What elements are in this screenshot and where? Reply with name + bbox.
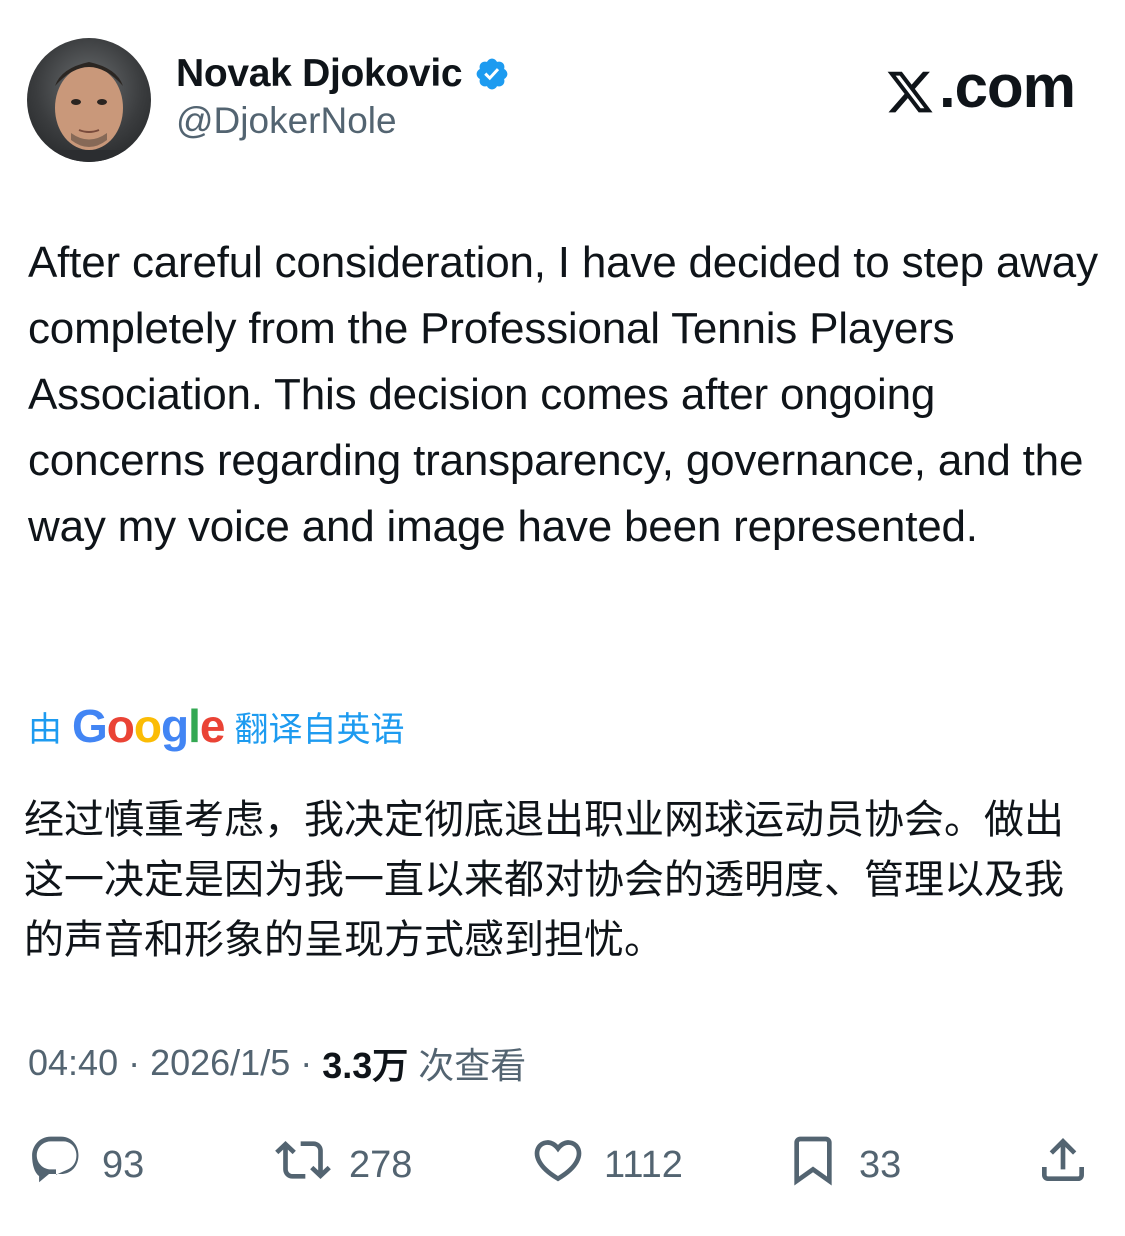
tweet-text: After careful consideration, I have deci…	[28, 238, 1098, 551]
brand-watermark: .com	[885, 52, 1076, 121]
action-bar: 93 278 1112 33	[0, 1135, 1125, 1195]
share-button[interactable]	[1035, 1135, 1091, 1195]
tweet-time[interactable]: 04:40	[28, 1042, 118, 1084]
translated-text: 经过慎重考虑，我决定彻底退出职业网球运动员协会。做出这一决定是因为我一直以来都对…	[24, 797, 1064, 963]
bookmark-icon	[785, 1132, 841, 1198]
tweet-meta: 04:40 · 2026/1/5 · 3.3万 次查看	[28, 1038, 526, 1088]
display-name[interactable]: Novak Djokovic	[176, 52, 463, 96]
bookmark-count: 33	[859, 1143, 902, 1186]
x-logo-icon	[885, 62, 935, 112]
views-label: 次查看	[418, 1045, 527, 1086]
reply-button[interactable]: 93	[28, 1135, 144, 1195]
translation-attribution[interactable]: 由 Google 翻译自英语	[28, 700, 404, 752]
user-handle[interactable]: @DjokerNole	[176, 100, 397, 142]
bookmark-button[interactable]: 33	[785, 1135, 901, 1195]
tweet-header: Novak Djokovic @DjokerNole .com	[0, 0, 1125, 180]
like-button[interactable]: 1112	[530, 1135, 683, 1195]
repost-count: 278	[349, 1143, 413, 1186]
translation-suffix: 翻译自英语	[234, 710, 405, 749]
meta-separator: ·	[128, 1042, 141, 1083]
verified-badge-icon	[474, 56, 510, 92]
avatar[interactable]	[27, 38, 151, 162]
tweet-date[interactable]: 2026/1/5	[150, 1042, 290, 1084]
heart-icon	[530, 1132, 586, 1198]
google-logo-icon: Google	[72, 700, 225, 752]
reply-icon	[28, 1132, 84, 1198]
repost-button[interactable]: 278	[275, 1135, 412, 1195]
translation-prefix: 由	[28, 710, 62, 749]
share-icon	[1035, 1132, 1091, 1198]
views-count: 3.3万	[322, 1045, 409, 1086]
meta-separator: ·	[300, 1042, 313, 1083]
repost-icon	[275, 1132, 331, 1198]
name-row: Novak Djokovic	[176, 50, 510, 98]
like-count: 1112	[604, 1143, 683, 1186]
reply-count: 93	[102, 1143, 145, 1186]
brand-domain: .com	[938, 53, 1076, 120]
